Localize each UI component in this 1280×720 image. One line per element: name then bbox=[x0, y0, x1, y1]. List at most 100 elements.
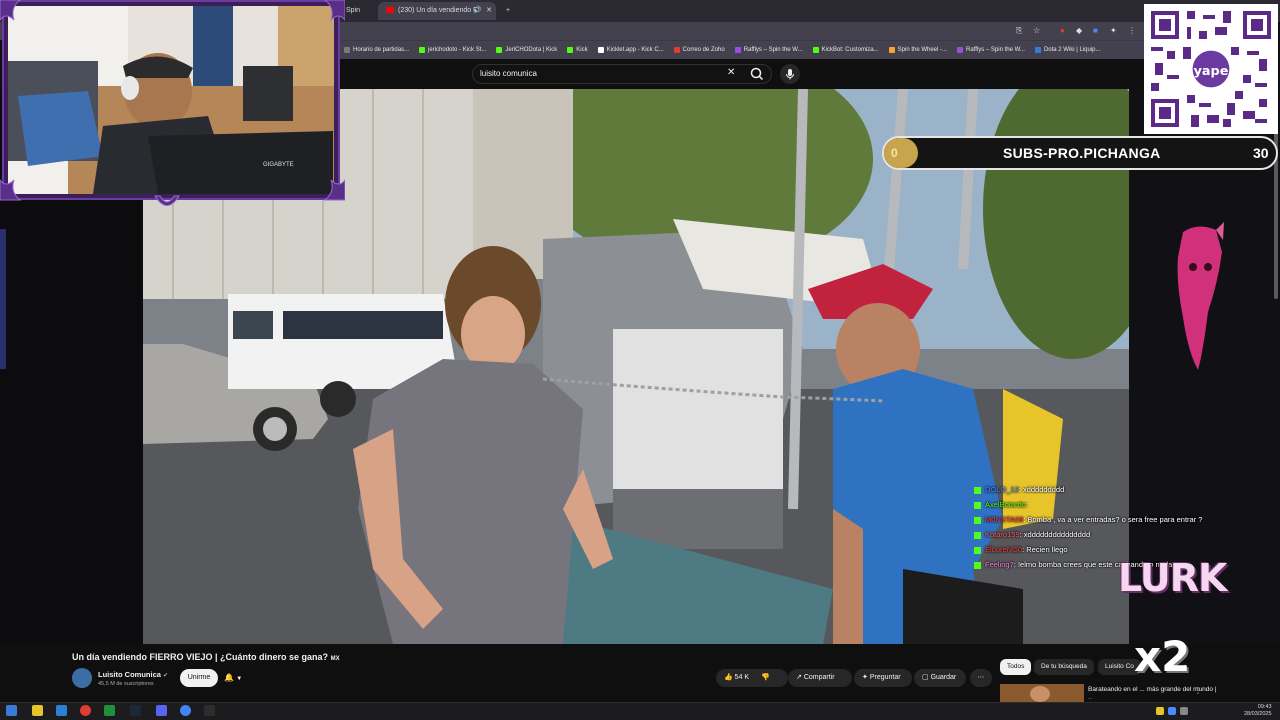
speaker-icon[interactable]: 🔊 bbox=[473, 2, 482, 20]
recommended-channel: ... bbox=[1088, 695, 1093, 701]
windows-taskbar bbox=[0, 702, 1280, 720]
channel-subscriber-count: 45,5 M de suscriptores bbox=[98, 681, 154, 687]
bookmark-item[interactable]: JeriCHODota | Kick bbox=[496, 47, 557, 53]
bookmark-item[interactable]: Kicklet.app - Kick C... bbox=[597, 47, 664, 53]
lurk-overlay-text: LURK bbox=[1118, 556, 1227, 600]
bookmark-item[interactable]: Horario de partidas... bbox=[344, 47, 409, 53]
country-flag-text: MX bbox=[330, 656, 340, 662]
clear-search-icon[interactable]: ✕ bbox=[727, 67, 735, 78]
kick-badge-icon bbox=[974, 561, 981, 569]
like-count: 54 K bbox=[734, 674, 750, 681]
bookmark-favicon-icon bbox=[496, 47, 503, 53]
save-label: Guardar bbox=[930, 674, 957, 681]
tray-icon[interactable] bbox=[1156, 707, 1164, 715]
more-actions-button[interactable]: ⋯ bbox=[970, 669, 992, 687]
recommended-thumbnail[interactable] bbox=[1000, 684, 1084, 702]
chat-message: Kotaro159: xddddddddddddddd bbox=[974, 527, 1234, 542]
thumbs-up-icon: 👍 bbox=[724, 674, 733, 681]
tray-icon[interactable] bbox=[1168, 707, 1176, 715]
bookmark-label: KickBot: Customiza... bbox=[821, 47, 879, 53]
search-query-text: luisito comunica bbox=[480, 69, 537, 78]
share-button[interactable]: ↗ Compartir bbox=[788, 669, 852, 687]
chat-message: ElLoreNG0: Recien llego bbox=[974, 542, 1234, 557]
chip-from-search[interactable]: De tu búsqueda bbox=[1034, 659, 1094, 675]
channel-avatar[interactable] bbox=[72, 668, 92, 688]
chat-username: DOLO_12 bbox=[985, 485, 1019, 494]
kick-badge-icon bbox=[974, 546, 981, 554]
bookmark-label: Correo de Zoho bbox=[682, 47, 725, 53]
thumbs-down-icon[interactable]: 👎 bbox=[761, 674, 770, 681]
chip-label: De tu búsqueda bbox=[1041, 663, 1087, 670]
chat-text: : xddddddddd bbox=[1018, 485, 1065, 494]
new-tab-button[interactable]: + bbox=[498, 2, 514, 20]
extension-icon[interactable]: ■ bbox=[1093, 26, 1098, 35]
chat-text: : Recien llego bbox=[1022, 545, 1068, 554]
taskbar-clock[interactable]: 09:43 28/03/2025 bbox=[1244, 704, 1272, 718]
bookmark-item[interactable]: Spin the Wheel -... bbox=[888, 47, 947, 53]
chat-text: : xddddddddddddddd bbox=[1019, 530, 1091, 539]
bell-icon: 🔔 bbox=[224, 673, 234, 682]
more-vert-icon[interactable]: ⋮ bbox=[1194, 686, 1202, 695]
share-icon: ↗ bbox=[796, 674, 802, 681]
bookmark-label: Kick bbox=[576, 47, 588, 53]
save-button[interactable]: ▢ Guardar bbox=[914, 669, 966, 687]
excel-icon[interactable] bbox=[104, 705, 115, 716]
discord-icon[interactable] bbox=[156, 705, 167, 716]
bookmark-label: Rafflys – Spin the W... bbox=[743, 47, 803, 53]
more-icon: ⋯ bbox=[977, 674, 985, 681]
bookmark-item[interactable]: KickBot: Customiza... bbox=[812, 47, 879, 53]
bookmark-favicon-icon bbox=[567, 47, 574, 53]
chip-label: Todos bbox=[1007, 663, 1025, 670]
thumbnail-face bbox=[1030, 686, 1050, 702]
app-icon[interactable] bbox=[56, 705, 67, 716]
clock-time: 09:43 bbox=[1257, 704, 1272, 710]
new-tab-label: + bbox=[506, 7, 511, 14]
bookmark-item[interactable]: Rafflys – Spin the W... bbox=[734, 47, 803, 53]
clock-date: 28/03/2025 bbox=[1244, 711, 1272, 717]
install-app-icon[interactable]: ⎘ bbox=[1016, 26, 1022, 36]
browser-tab-active[interactable]: (230) Un día vendiendo FI 🔊 ✕ bbox=[378, 2, 496, 20]
menu-icon[interactable]: ⋮ bbox=[1128, 26, 1136, 35]
kick-badge-icon bbox=[974, 516, 981, 524]
bookmark-item[interactable]: Rafflys – Spin the W... bbox=[957, 47, 1025, 53]
opera-icon[interactable] bbox=[80, 705, 91, 716]
tray-icon[interactable] bbox=[1180, 707, 1188, 715]
chrome-icon[interactable] bbox=[180, 705, 191, 716]
obs-icon[interactable] bbox=[204, 705, 215, 716]
chat-username: M0NSTA08 bbox=[985, 515, 1024, 524]
kick-badge-icon bbox=[974, 501, 981, 509]
chip-all[interactable]: Todos bbox=[1000, 659, 1032, 675]
steam-icon[interactable] bbox=[130, 705, 141, 716]
search-button[interactable] bbox=[747, 65, 767, 83]
bookmark-item[interactable]: Kick bbox=[567, 47, 588, 53]
mascot-icon bbox=[1177, 222, 1224, 370]
chat-username: ElLoreNG0 bbox=[985, 545, 1023, 554]
extension-icon[interactable]: ● bbox=[1060, 26, 1065, 35]
ask-button[interactable]: ✦ Preguntar bbox=[854, 669, 912, 687]
like-button[interactable]: 👍 54 K 👎 bbox=[716, 669, 788, 687]
sparkle-icon: ✦ bbox=[862, 674, 868, 681]
extension-icon[interactable]: ◆ bbox=[1076, 26, 1082, 35]
tab-label: Spin bbox=[346, 7, 361, 14]
extensions-puzzle-icon[interactable]: ✦ bbox=[1110, 26, 1117, 35]
tab-close-icon[interactable]: ✕ bbox=[486, 2, 492, 20]
bookmark-favicon-icon bbox=[734, 47, 741, 53]
chat-message: AxelBotardo: bbox=[974, 497, 1234, 512]
bookmark-label: JeriCHODota | Kick bbox=[505, 47, 558, 53]
bookmark-item[interactable]: Correo de Zoho bbox=[673, 47, 725, 53]
bookmark-label: Horario de partidas... bbox=[353, 47, 410, 53]
channel-name[interactable]: Luisito Comunica ✔ bbox=[98, 670, 168, 679]
bookmark-favicon-icon bbox=[673, 47, 680, 53]
voice-search-button[interactable] bbox=[780, 64, 800, 84]
join-label: Unirme bbox=[187, 674, 211, 681]
bookmark-item[interactable]: jerichodoto - Kick St... bbox=[419, 47, 486, 53]
bookmark-star-icon[interactable]: ☆ bbox=[1033, 26, 1040, 35]
bookmark-favicon-icon bbox=[419, 47, 426, 53]
qr-code-icon: yape bbox=[1147, 7, 1275, 131]
multiplier-overlay-text: x2 bbox=[1134, 632, 1191, 681]
file-explorer-icon[interactable] bbox=[32, 705, 43, 716]
join-button[interactable]: Unirme bbox=[180, 669, 218, 687]
notification-bell-button[interactable]: 🔔 ▼ bbox=[224, 669, 260, 687]
start-icon[interactable] bbox=[6, 705, 17, 716]
bookmark-item[interactable]: Dota 2 Wiki | Liquip... bbox=[1034, 47, 1101, 53]
